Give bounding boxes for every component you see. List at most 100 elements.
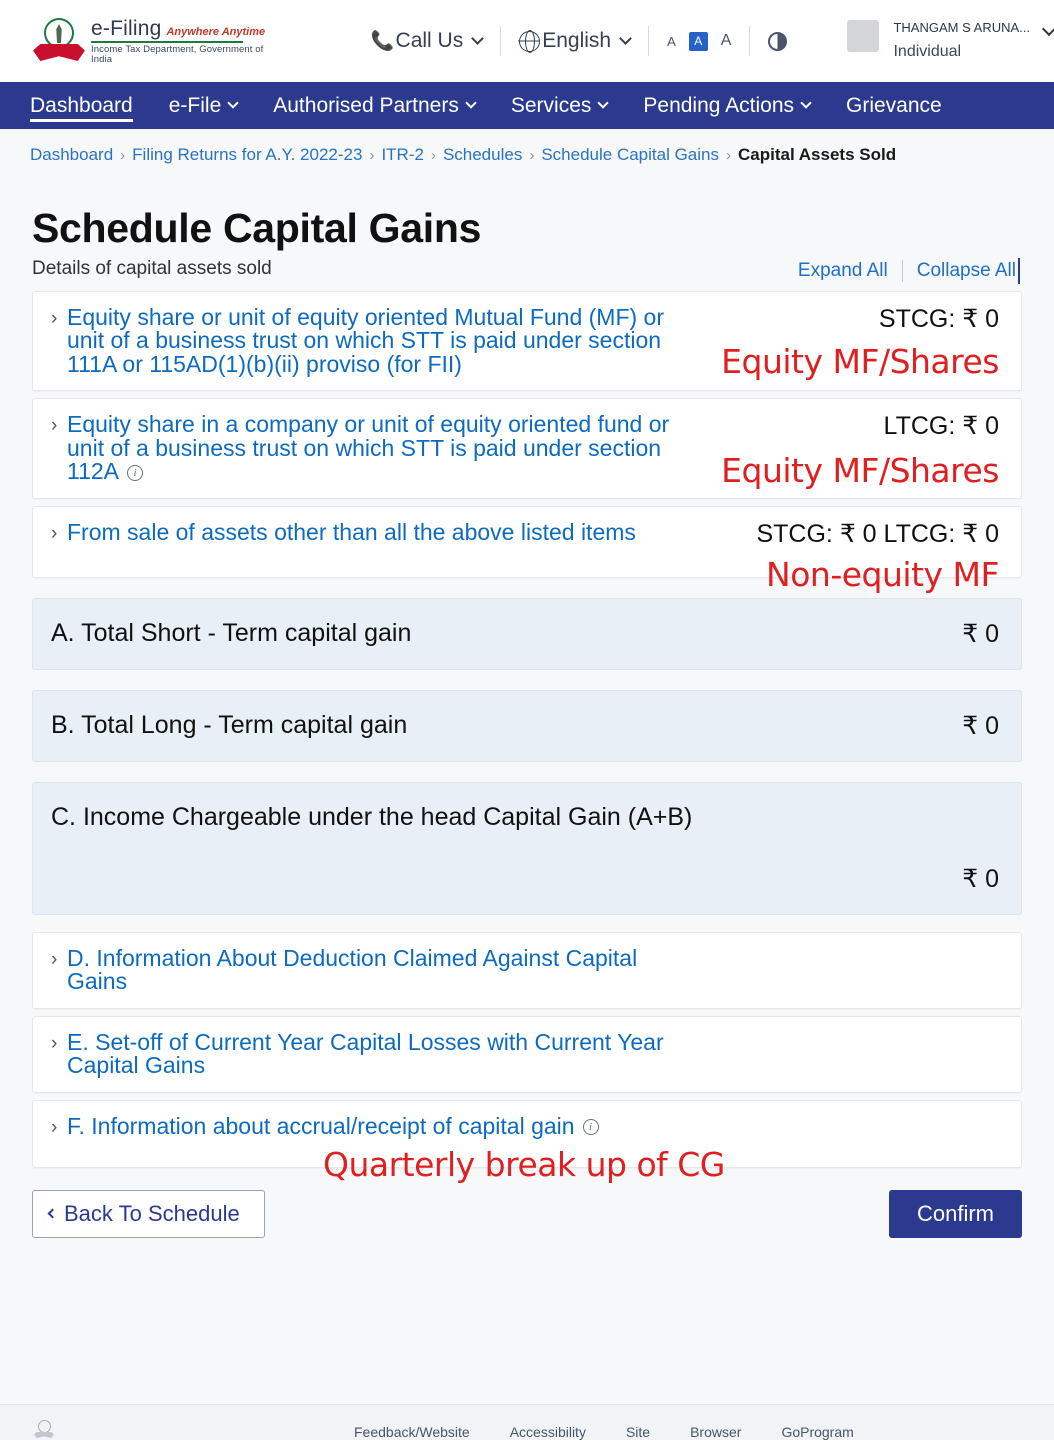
page-title: Schedule Capital Gains <box>32 205 482 251</box>
footer-link-goprogram[interactable]: GoProgram <box>781 1424 853 1440</box>
phone-icon: 📞 <box>370 31 395 52</box>
footer-links: Feedback/Website Accessibility Site Brow… <box>354 1424 854 1440</box>
accordion-amount: STCG: ₹ 0 <box>878 305 999 333</box>
header-divider-2 <box>648 26 650 56</box>
accordion-label: D. Information About Deduction Claimed A… <box>67 944 638 995</box>
chevron-right-icon[interactable]: › <box>33 1101 67 1139</box>
annotation-non-equity-mf: Non-equity MF <box>766 554 999 594</box>
annotation-equity-mf-shares: Equity MF/Shares <box>721 451 999 491</box>
info-icon[interactable]: i <box>127 465 144 482</box>
breadcrumb-item-itr2[interactable]: ITR-2 <box>381 145 424 165</box>
language-menu[interactable]: English <box>519 29 632 53</box>
accordion-equity-stcg-111a[interactable]: › Equity share or unit of equity oriente… <box>32 291 1022 392</box>
footer-link-accessibility[interactable]: Accessibility <box>510 1424 586 1440</box>
font-normal-button[interactable]: A <box>688 31 708 51</box>
accordion-equity-ltcg-112a[interactable]: › Equity share in a company or unit of e… <box>32 398 1022 499</box>
footer-link-site[interactable]: Site <box>626 1424 650 1440</box>
india-emblem-icon <box>33 18 85 64</box>
header-divider-3 <box>749 26 751 56</box>
call-us-menu[interactable]: 📞 Call Us <box>370 29 485 53</box>
back-to-schedule-button[interactable]: Back To Schedule <box>32 1189 265 1238</box>
chevron-right-icon[interactable]: › <box>33 1017 67 1055</box>
expand-collapse-divider <box>901 260 903 282</box>
summary-label: A. Total Short - Term capital gain <box>51 618 412 647</box>
accordion-amount: STCG: ₹ 0 LTCG: ₹ 0 <box>756 519 999 548</box>
footer-link-feedback[interactable]: Feedback/Website <box>354 1424 470 1440</box>
nav-item-dashboard[interactable]: Dashboard <box>30 82 133 129</box>
confirm-button[interactable]: Confirm <box>888 1189 1022 1238</box>
chevron-right-icon[interactable]: › <box>33 399 67 437</box>
chevron-right-icon[interactable]: › <box>33 292 67 330</box>
back-button-label: Back To Schedule <box>64 1200 240 1226</box>
nav-item-services[interactable]: Services <box>511 82 610 129</box>
summary-total-short-term: A. Total Short - Term capital gain ₹ 0 <box>32 597 1022 670</box>
annotation-quarterly-break-up: Quarterly break up of CG <box>323 1144 725 1184</box>
font-increase-button[interactable]: A <box>721 32 732 50</box>
brand-name: e-Filing <box>91 17 162 40</box>
nav-label: e-File <box>168 93 222 117</box>
chevron-down-icon <box>465 97 477 109</box>
chevron-right-icon[interactable]: › <box>33 933 67 971</box>
main-navigation: Dashboard e-File Authorised Partners Ser… <box>0 82 1054 129</box>
nav-label: Grievance <box>846 93 942 117</box>
accordion-label-text: F. Information about accrual/receipt of … <box>67 1112 575 1139</box>
breadcrumb-separator: › <box>430 146 436 164</box>
info-icon[interactable]: i <box>582 1119 599 1136</box>
brand-tagline: Anywhere Anytime <box>166 26 266 38</box>
nav-label: Dashboard <box>30 93 133 117</box>
chevron-down-icon <box>597 97 610 109</box>
chevron-right-icon[interactable]: › <box>33 507 67 545</box>
accordion-other-assets[interactable]: › From sale of assets other than all the… <box>32 505 1022 594</box>
footer-emblem-icon <box>34 1420 54 1440</box>
accessibility-controls: A A A <box>667 31 732 51</box>
collapse-all-link[interactable]: Collapse All <box>917 260 1016 282</box>
avatar <box>847 19 880 52</box>
summary-amount: ₹ 0 <box>962 711 999 740</box>
summary-income-chargeable: C. Income Chargeable under the head Capi… <box>32 781 1022 915</box>
accordion-label-text: Equity share in a company or unit of equ… <box>67 411 670 485</box>
accordion-label: Equity share in a company or unit of equ… <box>67 399 677 497</box>
expand-all-link[interactable]: Expand All <box>798 260 888 282</box>
accordion-amount: LTCG: ₹ 0 <box>883 412 999 441</box>
breadcrumb-separator: › <box>120 146 126 164</box>
summary-amount: ₹ 0 <box>962 864 999 893</box>
form-actions: Back To Schedule Confirm <box>32 1189 1022 1238</box>
accordion-label: E. Set-off of Current Year Capital Losse… <box>67 1028 664 1079</box>
brand-department: Income Tax Department, Government of Ind… <box>91 44 264 65</box>
breadcrumb-item-dashboard[interactable]: Dashboard <box>30 145 113 165</box>
breadcrumb-item-schedule-capital-gains[interactable]: Schedule Capital Gains <box>541 145 719 165</box>
globe-icon <box>519 30 541 52</box>
nav-item-authorised-partners[interactable]: Authorised Partners <box>273 82 477 129</box>
accordion-accrual-receipt[interactable]: › F. Information about accrual/receipt o… <box>32 1099 1022 1184</box>
chevron-down-icon <box>227 97 239 109</box>
accordion-label: From sale of assets other than all the a… <box>67 518 636 545</box>
chevron-down-icon <box>1041 21 1054 36</box>
accordion-label: Equity share or unit of equity oriented … <box>67 304 665 377</box>
accordion-deduction-claimed[interactable]: › D. Information About Deduction Claimed… <box>32 931 1022 1009</box>
breadcrumb-item-schedules[interactable]: Schedules <box>443 145 522 165</box>
nav-item-grievance[interactable]: Grievance <box>846 82 942 129</box>
chevron-left-icon <box>47 1208 58 1219</box>
font-decrease-button[interactable]: A <box>667 34 676 49</box>
brand-divider <box>91 41 243 43</box>
nav-item-pending-actions[interactable]: Pending Actions <box>643 82 812 129</box>
call-us-label: Call Us <box>395 29 464 52</box>
brand-logo[interactable]: e-Filing Anywhere Anytime Income Tax Dep… <box>33 18 267 64</box>
summary-label: B. Total Long - Term capital gain <box>51 710 408 739</box>
page-content: Schedule Capital Gains Details of capita… <box>0 205 1054 1238</box>
summary-total-long-term: B. Total Long - Term capital gain ₹ 0 <box>32 689 1022 762</box>
accordion-setoff-losses[interactable]: › E. Set-off of Current Year Capital Los… <box>32 1015 1022 1093</box>
breadcrumb-separator: › <box>369 146 375 164</box>
footer-link-browser[interactable]: Browser <box>690 1424 741 1440</box>
breadcrumb-current: Capital Assets Sold <box>738 145 897 164</box>
nav-item-efile[interactable]: e-File <box>168 82 239 129</box>
breadcrumb-item-filing-returns[interactable]: Filing Returns for A.Y. 2022-23 <box>132 145 362 165</box>
annotation-equity-mf-shares: Equity MF/Shares <box>721 342 999 381</box>
breadcrumb: Dashboard › Filing Returns for A.Y. 2022… <box>0 129 1054 165</box>
text-cursor <box>1018 258 1020 284</box>
user-type: Individual <box>893 43 962 61</box>
chevron-down-icon <box>471 32 485 45</box>
contrast-icon[interactable] <box>768 31 788 51</box>
language-label: English <box>542 29 612 52</box>
user-menu[interactable]: THANGAM S ARUNA... Individual <box>847 19 1054 62</box>
